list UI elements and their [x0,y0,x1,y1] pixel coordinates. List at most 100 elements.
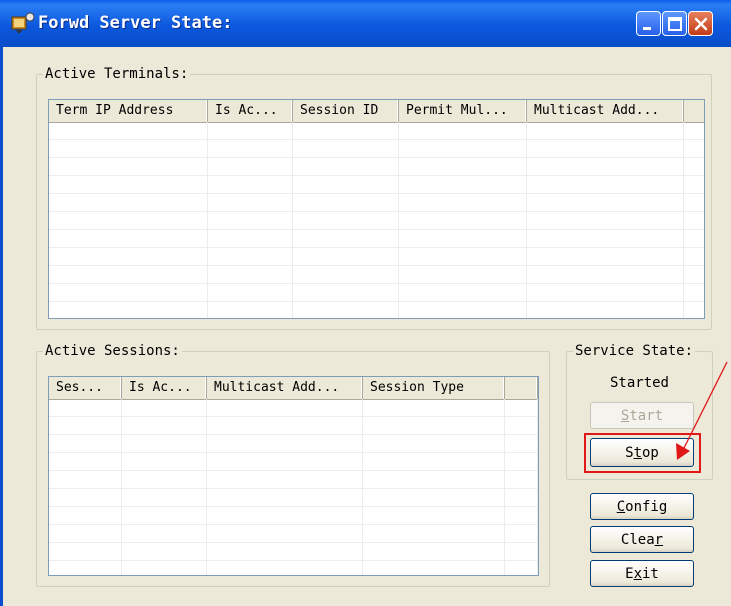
list-cell [363,543,505,560]
clear-button[interactable]: Clear [590,526,694,553]
column-term-ip-address[interactable]: Term IP Address [49,100,208,122]
list-cell [399,248,527,265]
list-cell [49,543,122,560]
list-cell [208,194,293,211]
list-cell [505,543,538,560]
start-button[interactable]: Start [590,402,694,429]
exit-button[interactable]: Exit [590,560,694,587]
list-cell [363,525,505,542]
list-cell [527,122,684,139]
close-button[interactable] [688,11,713,36]
list-cell [208,302,293,318]
list-cell [207,561,363,575]
stop-button[interactable]: Stop [590,438,694,467]
list-cell [49,471,122,488]
column-is-active[interactable]: Is Ac... [122,377,207,399]
active-sessions-list[interactable]: Ses... Is Ac... Multicast Add... Session… [48,376,539,576]
list-cell [207,471,363,488]
list-cell [208,266,293,283]
list-cell [293,140,399,157]
list-cell [399,158,527,175]
list-cell [122,561,207,575]
list-cell [122,543,207,560]
window-frame-left [0,47,3,606]
list-item [49,266,704,284]
list-item [49,284,704,302]
list-cell [49,561,122,575]
app-icon [11,12,35,33]
window-title: Forwd Server State: [38,13,233,33]
column-session-id[interactable]: Session ID [293,100,399,122]
list-item [49,543,538,561]
active-sessions-rows [49,399,538,575]
list-cell [684,284,704,301]
list-cell [207,525,363,542]
list-cell [122,435,207,452]
list-cell [399,212,527,229]
column-multicast-address[interactable]: Multicast Add... [207,377,363,399]
list-cell [505,561,538,575]
list-cell [363,453,505,470]
list-cell [399,266,527,283]
active-terminals-legend: Active Terminals: [45,66,189,82]
list-cell [293,302,399,318]
list-cell [207,435,363,452]
list-cell [122,453,207,470]
list-cell [49,194,208,211]
list-cell [208,212,293,229]
list-cell [399,302,527,318]
list-item [49,417,538,435]
list-cell [684,248,704,265]
list-cell [122,471,207,488]
list-cell [505,471,538,488]
minimize-button[interactable] [636,11,661,36]
list-cell [49,122,208,139]
exit-button-label: Exit [625,565,659,582]
list-cell [208,176,293,193]
list-item [49,489,538,507]
list-cell [505,525,538,542]
active-terminals-list[interactable]: Term IP Address Is Ac... Session ID Perm… [48,99,705,319]
list-cell [49,435,122,452]
list-cell [527,176,684,193]
list-cell [363,471,505,488]
list-cell [293,176,399,193]
maximize-button[interactable] [662,11,687,36]
list-cell [208,140,293,157]
active-terminals-rows [49,122,704,318]
list-cell [505,507,538,524]
column-session[interactable]: Ses... [49,377,122,399]
list-item [49,122,704,140]
column-multicast-address[interactable]: Multicast Add... [527,100,684,122]
list-cell [505,417,538,434]
active-sessions-legend: Active Sessions: [45,343,180,359]
clear-button-label: Clear [620,531,664,548]
list-cell [399,140,527,157]
list-cell [684,266,704,283]
column-session-type[interactable]: Session Type [363,377,505,399]
list-item [49,453,538,471]
list-cell [527,284,684,301]
list-cell [527,302,684,318]
list-cell [122,399,207,416]
list-item [49,471,538,489]
list-cell [527,266,684,283]
config-button[interactable]: Config [590,493,694,520]
column-filler [505,377,538,399]
title-bar[interactable]: Forwd Server State: [0,0,731,47]
column-permit-multicast[interactable]: Permit Mul... [399,100,527,122]
list-cell [684,122,704,139]
service-state-status: Started [609,375,669,391]
list-item [49,158,704,176]
list-cell [293,230,399,247]
list-cell [207,507,363,524]
close-icon [694,17,708,31]
list-cell [207,489,363,506]
column-is-active[interactable]: Is Ac... [208,100,293,122]
list-cell [505,435,538,452]
list-cell [49,176,208,193]
minimize-icon [643,27,651,30]
list-cell [293,194,399,211]
list-cell [122,507,207,524]
list-item [49,507,538,525]
